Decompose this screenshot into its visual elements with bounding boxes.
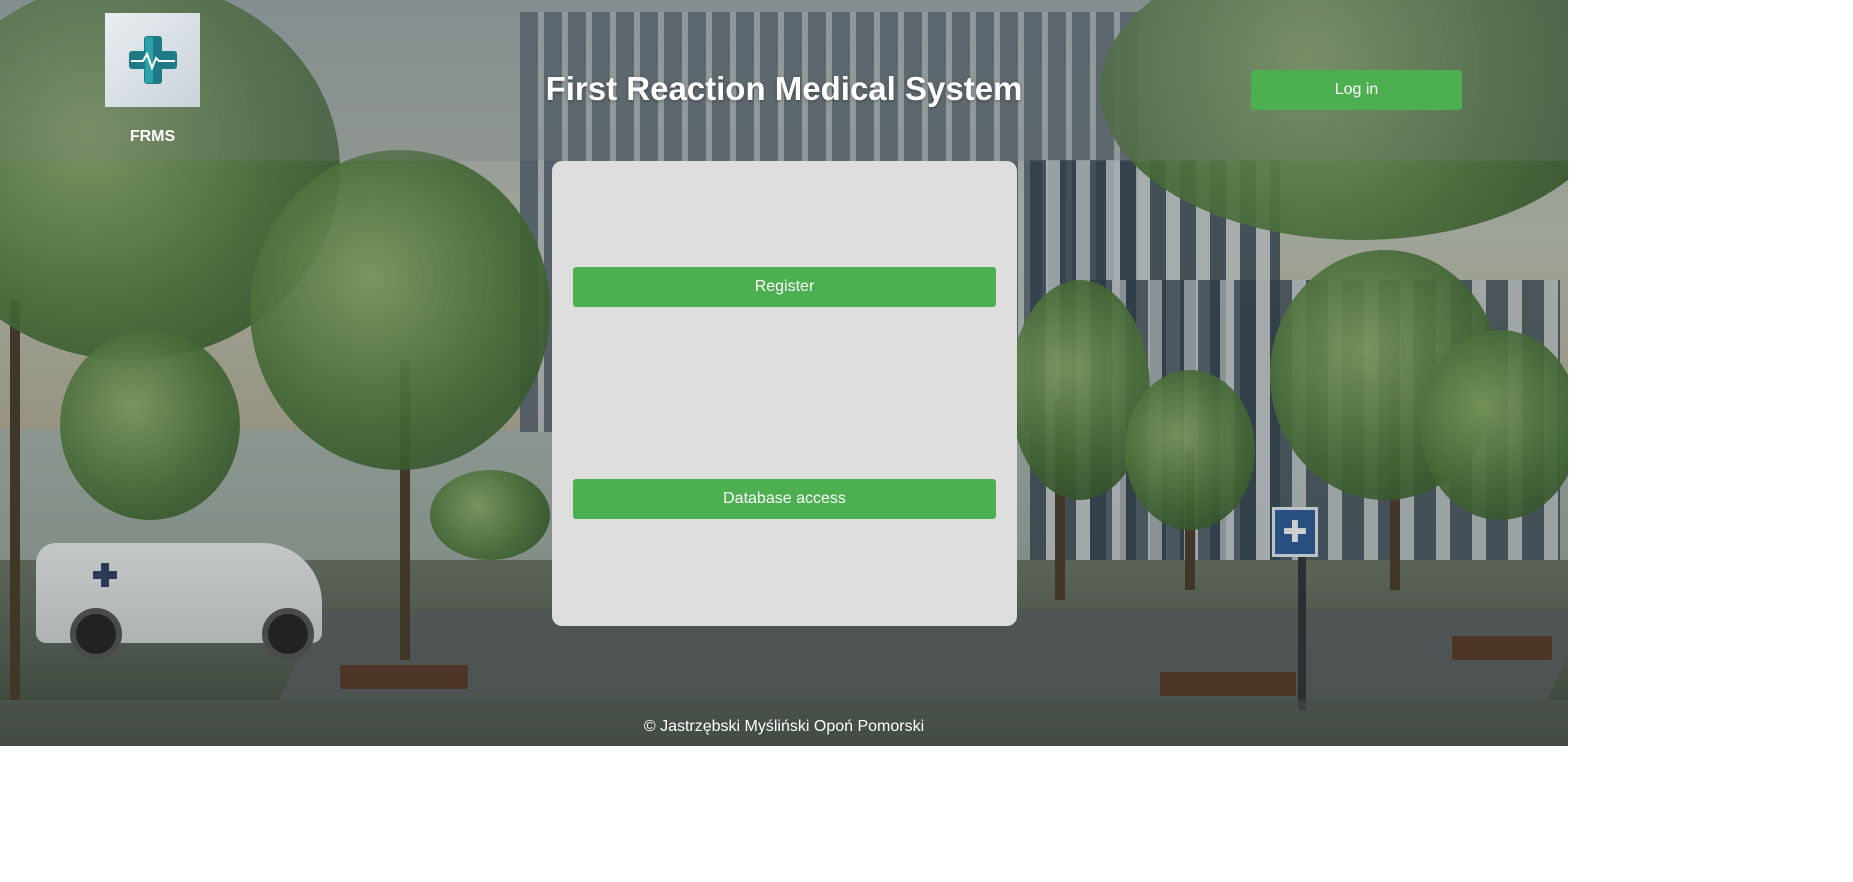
page-title: First Reaction Medical System (545, 70, 1023, 107)
logo[interactable] (105, 13, 200, 107)
copyright-text: © Jastrzębski Myśliński Opoń Pomorski (643, 718, 925, 735)
medical-cross-icon (128, 36, 177, 84)
register-button[interactable]: Register (573, 267, 996, 307)
database-access-button[interactable]: Database access (573, 479, 996, 519)
main-panel: Register Database access (552, 161, 1017, 626)
login-button[interactable]: Log in (1251, 70, 1462, 110)
page: ✚ FRMS First Reaction Medical System Log… (0, 0, 1568, 746)
logo-label: FRMS (129, 128, 176, 145)
